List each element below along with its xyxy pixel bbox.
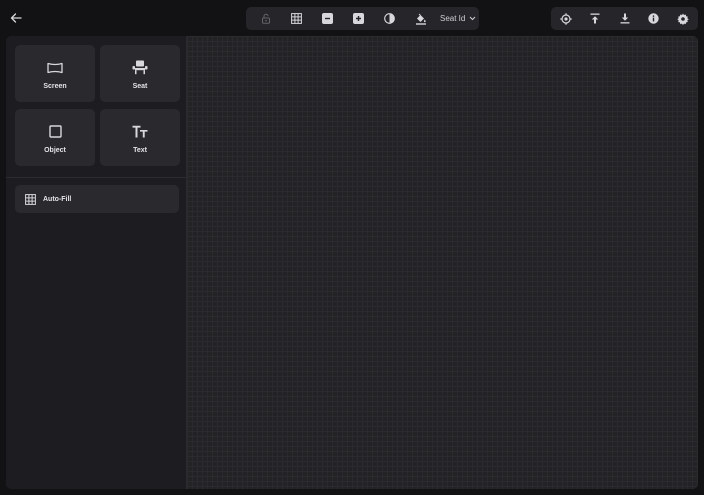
seat-select-value: Seat Id	[440, 14, 466, 23]
zoom-in-button[interactable]	[343, 7, 374, 30]
grid-icon	[291, 13, 302, 24]
seat-tile[interactable]: Seat	[100, 45, 180, 102]
arrow-left-icon	[10, 13, 22, 23]
back-button[interactable]	[6, 8, 26, 28]
fill-color-button[interactable]	[405, 7, 436, 30]
elements-sidebar: Screen Seat Object Text Auto-Fill	[6, 36, 187, 489]
info-button[interactable]	[639, 7, 668, 30]
settings-button[interactable]	[669, 7, 698, 30]
text-tile-label: Text	[133, 146, 147, 154]
sidebar-divider	[6, 177, 186, 178]
lock-button[interactable]	[250, 7, 281, 30]
top-bar: Seat Id	[0, 0, 704, 36]
main-toolbar: Seat Id	[246, 7, 479, 30]
grid-icon	[25, 193, 36, 205]
object-tile-label: Object	[44, 146, 66, 154]
seat-tile-label: Seat	[132, 82, 148, 90]
secondary-toolbar	[551, 7, 698, 30]
screen-tile[interactable]: Screen	[15, 45, 95, 102]
seat-id-select[interactable]: Seat Id	[440, 7, 476, 30]
download-button[interactable]	[610, 7, 639, 30]
upload-button[interactable]	[580, 7, 609, 30]
chevron-down-icon	[470, 16, 476, 21]
target-button[interactable]	[551, 7, 580, 30]
download-icon	[620, 13, 630, 24]
auto-fill-label: Auto-Fill	[43, 195, 72, 203]
upload-icon	[590, 13, 600, 24]
zoom-out-button[interactable]	[312, 7, 343, 30]
contrast-icon	[384, 13, 395, 24]
text-icon	[132, 125, 148, 138]
contrast-button[interactable]	[374, 7, 405, 30]
screen-tile-label: Screen	[43, 82, 67, 90]
crosshair-icon	[560, 12, 572, 25]
object-tile[interactable]: Object	[15, 109, 95, 166]
grid-toggle-button[interactable]	[281, 7, 312, 30]
gear-icon	[677, 13, 690, 25]
text-tile[interactable]: Text	[100, 109, 180, 166]
seat-icon	[132, 60, 148, 75]
info-icon	[648, 13, 660, 24]
auto-fill-button[interactable]: Auto-Fill	[15, 185, 179, 213]
minus-square-icon	[322, 13, 333, 24]
square-icon	[48, 125, 62, 138]
plus-square-icon	[353, 13, 364, 24]
seat-map-canvas[interactable]	[187, 36, 698, 489]
screen-icon	[47, 62, 63, 73]
lock-icon	[261, 13, 270, 24]
paint-bucket-icon	[415, 13, 426, 25]
